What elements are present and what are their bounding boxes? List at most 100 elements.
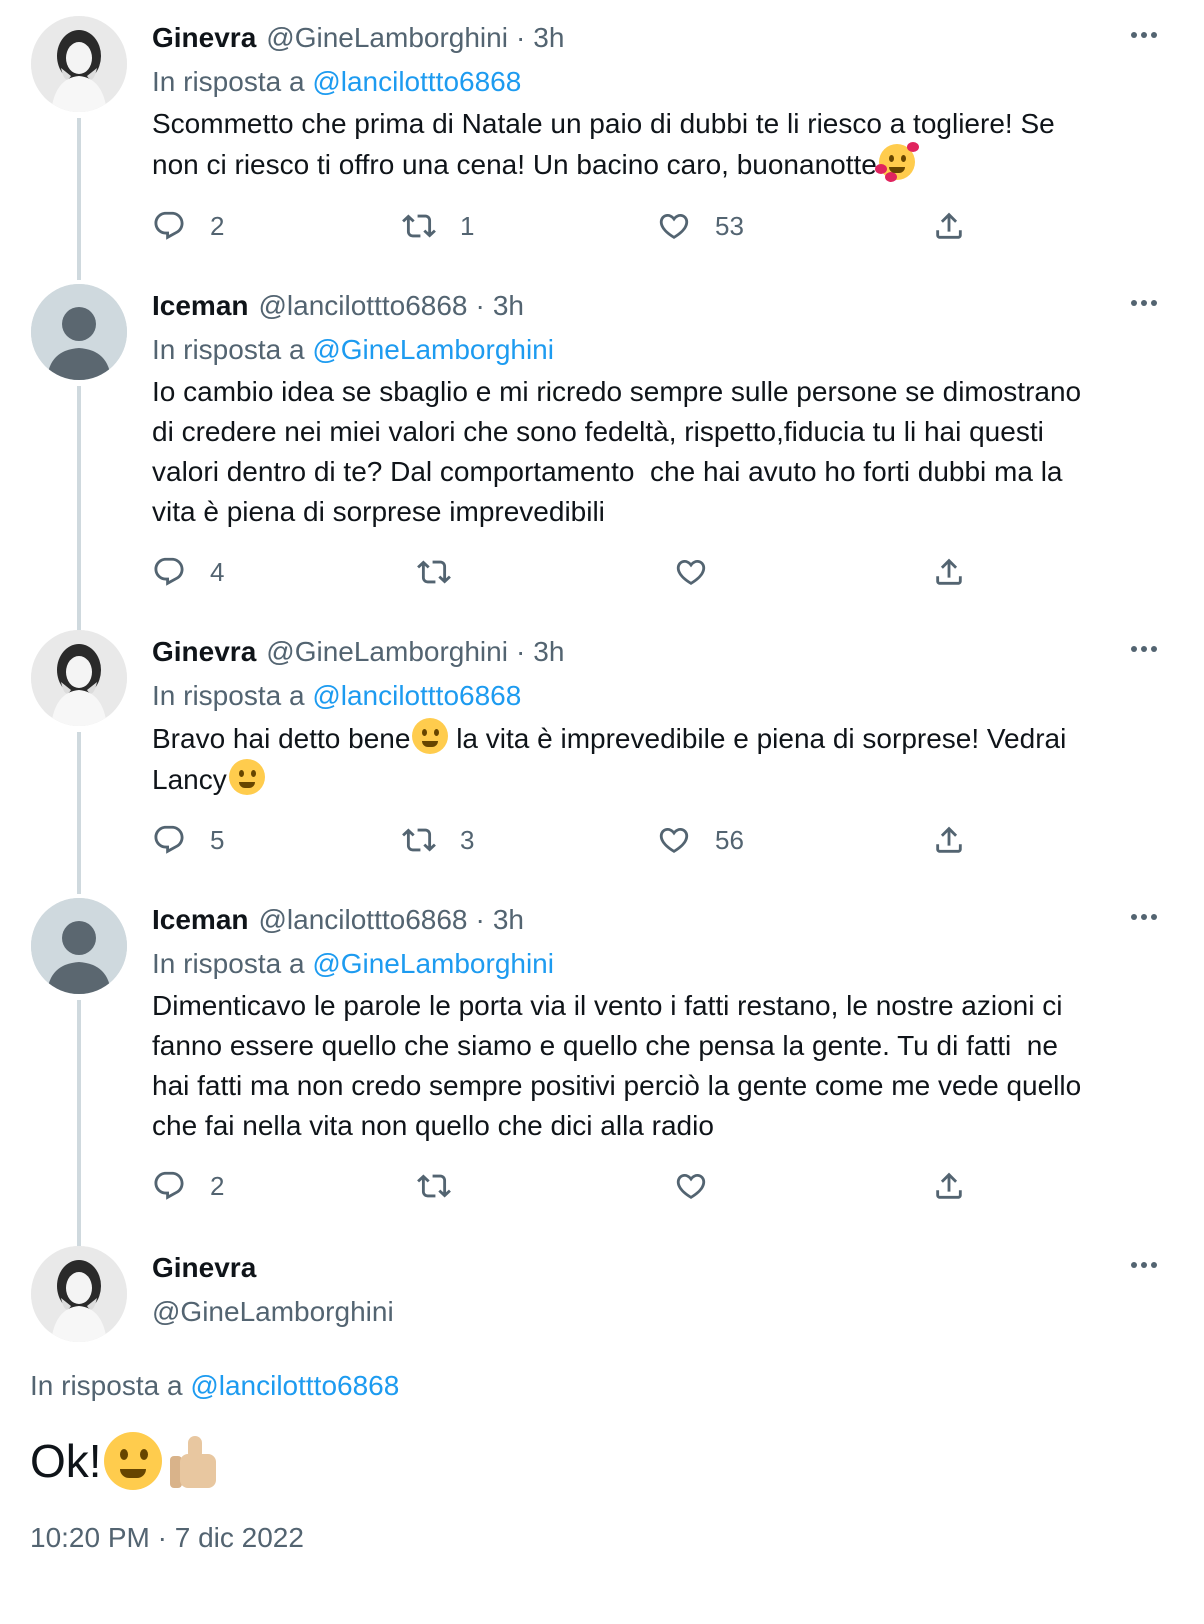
like-button[interactable]	[674, 552, 708, 592]
tweet-text: Bravo hai detto bene la vita è imprevedi…	[152, 718, 1164, 800]
retweet-icon	[417, 1174, 451, 1198]
avatar[interactable]	[31, 16, 127, 112]
share-button[interactable]	[932, 1166, 966, 1206]
reply-to-link[interactable]: @GineLamborghini	[312, 334, 554, 365]
author-handle[interactable]: @lancilottto6868	[259, 904, 468, 936]
share-button[interactable]	[932, 206, 966, 246]
tweet-time[interactable]: 3h	[493, 904, 524, 936]
reply-icon	[154, 825, 184, 854]
reply-to-link[interactable]: @lancilottto6868	[190, 1370, 399, 1401]
like-button[interactable]	[674, 1166, 708, 1206]
smiling-face-icon	[412, 718, 449, 754]
reply-button[interactable]: 4	[152, 552, 224, 592]
author-name[interactable]: Iceman	[152, 290, 249, 322]
reply-count: 4	[210, 556, 225, 587]
share-button[interactable]	[932, 820, 966, 860]
tweet-actions: 2	[152, 1166, 1022, 1206]
heart-icon	[676, 1173, 706, 1199]
reply-prefix: In risposta a	[152, 66, 305, 97]
like-button[interactable]: 53	[657, 206, 744, 246]
like-button[interactable]: 56	[657, 820, 744, 860]
retweet-icon	[402, 828, 436, 852]
avatar[interactable]	[31, 1246, 127, 1342]
avatar-photo	[31, 630, 127, 726]
reply-button[interactable]: 2	[152, 206, 224, 246]
retweet-button[interactable]: 1	[402, 206, 474, 246]
separator-dot: ·	[475, 290, 485, 321]
tweet-text: Dimenticavo le parole le porta via il ve…	[152, 990, 1082, 1141]
tweet-actions: 4	[152, 552, 1022, 592]
share-icon	[936, 826, 962, 853]
author-name[interactable]: Ginevra	[152, 636, 256, 668]
reply-icon	[154, 211, 184, 240]
winking-face-icon	[228, 759, 265, 795]
tweet-time[interactable]: 3h	[533, 636, 564, 668]
share-icon	[936, 558, 962, 585]
retweet-icon	[417, 560, 451, 584]
reply-to-link[interactable]: @lancilottto6868	[312, 680, 521, 711]
like-count: 56	[715, 824, 744, 855]
reply-count: 2	[210, 210, 225, 241]
thread-line	[77, 118, 81, 280]
reply-context: In risposta a @GineLamborghini	[152, 328, 1164, 372]
reply-to-link[interactable]: @lancilottto6868	[312, 66, 521, 97]
more-options-icon[interactable]	[1124, 1250, 1164, 1280]
author-handle[interactable]: @lancilottto6868	[259, 290, 468, 322]
tweet-time[interactable]: 3h	[493, 290, 524, 322]
share-button[interactable]	[932, 552, 966, 592]
avatar[interactable]	[31, 898, 127, 994]
reply-button[interactable]: 5	[152, 820, 224, 860]
reply-prefix: In risposta a	[152, 680, 305, 711]
reply-prefix: In risposta a	[152, 948, 305, 979]
author-name[interactable]: Ginevra	[152, 22, 256, 54]
smiling-face-with-hearts-icon	[874, 142, 919, 182]
thread-line	[77, 386, 81, 636]
reply-context: In risposta a @GineLamborghini	[152, 942, 1164, 986]
author-handle[interactable]: @GineLamborghini	[266, 22, 508, 54]
more-options-icon[interactable]	[1124, 902, 1164, 932]
reply-count: 2	[210, 1170, 225, 1201]
tweet-timestamp[interactable]: 10:20 PM · 7 dic 2022	[30, 1522, 304, 1554]
retweet-icon	[402, 214, 436, 238]
author-handle[interactable]: @GineLamborghini	[152, 1296, 394, 1328]
reply-prefix: In risposta a	[30, 1370, 183, 1401]
avatar[interactable]	[31, 630, 127, 726]
like-count: 53	[715, 210, 744, 241]
retweet-count: 3	[460, 824, 475, 855]
retweet-button[interactable]: 3	[402, 820, 474, 860]
reply-to-link[interactable]: @GineLamborghini	[312, 948, 554, 979]
share-icon	[936, 1172, 962, 1199]
thread-line	[77, 732, 81, 894]
default-avatar-icon	[31, 898, 127, 994]
thumbs-up-icon	[169, 1432, 222, 1490]
separator-dot: ·	[515, 22, 526, 53]
tweet-text-body: Scommetto che prima di Natale un paio di…	[152, 108, 1055, 180]
reply-icon	[154, 557, 184, 586]
tweet-actions: 5 3 56	[152, 820, 1022, 860]
tweet-actions: 2 1 53	[152, 206, 1022, 246]
avatar-photo	[31, 1246, 127, 1342]
tweet-text-part: Lancy	[152, 764, 227, 795]
more-options-icon[interactable]	[1124, 288, 1164, 318]
focused-tweet: Ginevra @GineLamborghini In risposta a @…	[0, 1246, 1204, 1624]
author-name[interactable]: Ginevra	[152, 1252, 256, 1284]
author-handle[interactable]: @GineLamborghini	[266, 636, 508, 668]
retweet-count: 1	[460, 210, 475, 241]
reply-context: In risposta a @lancilottto6868	[30, 1370, 399, 1402]
reply-count: 5	[210, 824, 225, 855]
tweet-text: Io cambio idea se sbaglio e mi ricredo s…	[152, 376, 1082, 527]
tweet-text-part: Bravo hai detto bene	[152, 723, 411, 754]
more-options-icon[interactable]	[1124, 20, 1164, 50]
heart-icon	[676, 559, 706, 585]
retweet-button[interactable]	[417, 552, 451, 592]
reply-button[interactable]: 2	[152, 1166, 224, 1206]
avatar[interactable]	[31, 284, 127, 380]
tweet-text: Scommetto che prima di Natale un paio di…	[152, 104, 1164, 185]
heart-icon	[659, 213, 689, 239]
retweet-button[interactable]	[417, 1166, 451, 1206]
separator-dot: ·	[515, 636, 526, 667]
more-options-icon[interactable]	[1124, 634, 1164, 664]
tweet-time[interactable]: 3h	[533, 22, 564, 54]
reply-context: In risposta a @lancilottto6868	[152, 60, 1164, 104]
author-name[interactable]: Iceman	[152, 904, 249, 936]
